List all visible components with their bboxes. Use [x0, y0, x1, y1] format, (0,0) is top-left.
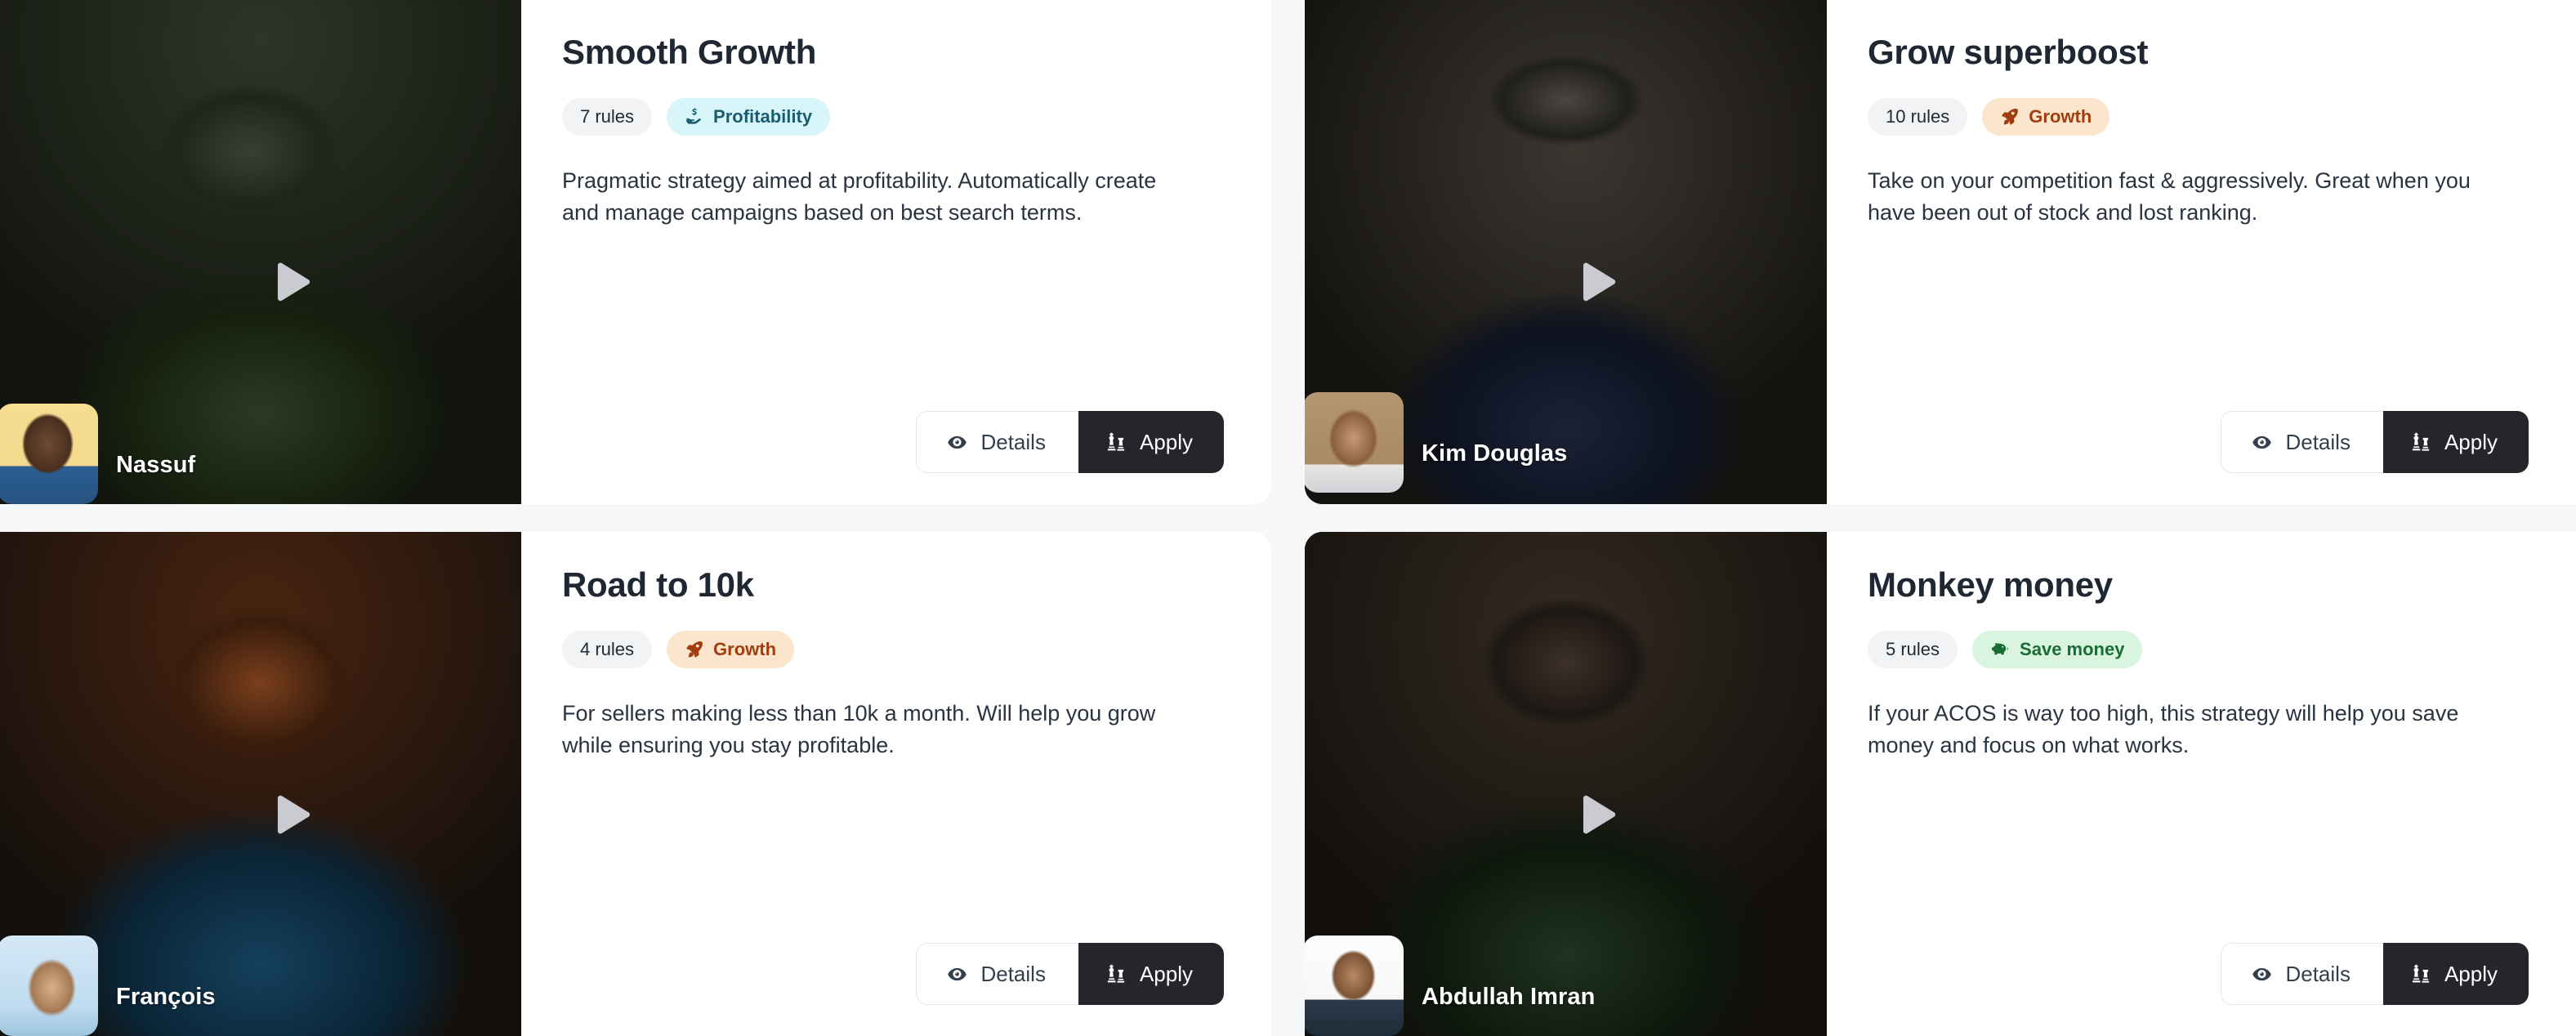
button-group: Details Apply	[916, 943, 1224, 1005]
details-button[interactable]: Details	[2221, 411, 2383, 473]
category-badge-label: Growth	[713, 639, 777, 660]
presenter-name: Kim Douglas	[1422, 440, 1568, 467]
presenter-name: Abdullah Imran	[1422, 984, 1596, 1010]
apply-button[interactable]: Apply	[2382, 943, 2529, 1005]
card-body: Monkey money 5 rules Save money If your …	[1827, 532, 2576, 1036]
chess-strategy-icon	[2409, 431, 2432, 453]
details-button-label: Details	[980, 961, 1046, 986]
hand-holding-dollar-icon	[685, 107, 704, 127]
badge-row: 5 rules Save money	[1868, 631, 2529, 669]
badge-row: 7 rules Profitability	[562, 98, 1224, 136]
category-badge-label: Save money	[2020, 639, 2125, 660]
apply-button-label: Apply	[1139, 961, 1193, 986]
card-actions: Details Apply	[562, 943, 1224, 1005]
presenter-name: Nassuf	[116, 452, 196, 478]
eye-icon	[2251, 963, 2273, 985]
page-title: Road to 10k	[562, 565, 754, 604]
button-group: Details Apply	[2221, 411, 2529, 473]
details-button-label: Details	[980, 429, 1046, 454]
rules-badge: 7 rules	[562, 98, 653, 136]
page-title: Grow superboost	[1868, 33, 2149, 71]
card-body: Grow superboost 10 rules Growth Take on …	[1827, 0, 2576, 504]
details-button[interactable]: Details	[916, 411, 1078, 473]
strategy-card[interactable]: François Road to 10k 4 rules Growth For …	[0, 532, 1271, 1036]
card-actions: Details Apply	[1868, 411, 2529, 473]
presenter: Kim Douglas	[1305, 392, 1567, 493]
apply-button[interactable]: Apply	[1078, 943, 1224, 1005]
page-title: Monkey money	[1868, 565, 2113, 604]
apply-button-label: Apply	[2444, 961, 2498, 986]
piggy-bank-icon	[1990, 640, 2011, 660]
category-badge-label: Growth	[2029, 106, 2092, 127]
card-description: Pragmatic strategy aimed at profitabilit…	[562, 168, 1157, 225]
avatar	[0, 404, 98, 504]
apply-button-label: Apply	[1139, 429, 1193, 454]
category-badge-label: Profitability	[713, 106, 813, 127]
card-description: For sellers making less than 10k a month…	[562, 701, 1156, 757]
card-actions: Details Apply	[1868, 943, 2529, 1005]
button-group: Details Apply	[2221, 943, 2529, 1005]
rocket-icon	[685, 640, 704, 659]
apply-button-label: Apply	[2444, 429, 2498, 454]
card-body: Road to 10k 4 rules Growth For sellers m…	[521, 532, 1271, 1036]
chess-strategy-icon	[1105, 962, 1127, 985]
card-actions: Details Apply	[562, 411, 1224, 473]
apply-button[interactable]: Apply	[1078, 411, 1224, 473]
strategy-video-thumbnail[interactable]: Kim Douglas	[1305, 0, 1827, 504]
presenter: François	[0, 936, 216, 1036]
badge-row: 4 rules Growth	[562, 631, 1224, 669]
strategy-video-thumbnail[interactable]: François	[0, 532, 521, 1036]
strategy-card[interactable]: Abdullah Imran Monkey money 5 rules Save…	[1305, 532, 2576, 1036]
strategy-video-thumbnail[interactable]: Abdullah Imran	[1305, 532, 1827, 1036]
card-description: If your ACOS is way too high, this strat…	[1868, 701, 2459, 757]
category-badge-save-money: Save money	[1972, 631, 2143, 669]
strategy-card-grid: Nassuf Smooth Growth 7 rules Profitabili…	[0, 0, 2576, 1036]
button-group: Details Apply	[916, 411, 1224, 473]
apply-button[interactable]: Apply	[2382, 411, 2529, 473]
details-button[interactable]: Details	[2221, 943, 2383, 1005]
category-badge-growth: Growth	[1982, 98, 2110, 136]
strategy-video-thumbnail[interactable]: Nassuf	[0, 0, 521, 504]
strategy-card[interactable]: Kim Douglas Grow superboost 10 rules Gro…	[1305, 0, 2576, 504]
avatar	[0, 936, 98, 1036]
page-title: Smooth Growth	[562, 33, 817, 71]
avatar	[1305, 936, 1404, 1036]
category-badge-growth: Growth	[667, 631, 795, 669]
details-button-label: Details	[2285, 961, 2351, 986]
presenter: Abdullah Imran	[1305, 936, 1595, 1036]
rules-badge: 5 rules	[1868, 631, 1958, 669]
presenter: Nassuf	[0, 404, 195, 504]
chess-strategy-icon	[1105, 431, 1127, 453]
rocket-icon	[2000, 107, 2020, 127]
badge-row: 10 rules Growth	[1868, 98, 2529, 136]
eye-icon	[2251, 431, 2273, 453]
presenter-name: François	[116, 984, 216, 1010]
rules-badge: 10 rules	[1868, 98, 1968, 136]
chess-strategy-icon	[2409, 962, 2432, 985]
strategy-card[interactable]: Nassuf Smooth Growth 7 rules Profitabili…	[0, 0, 1271, 504]
details-button[interactable]: Details	[916, 943, 1078, 1005]
eye-icon	[946, 963, 968, 985]
rules-badge: 4 rules	[562, 631, 653, 669]
card-body: Smooth Growth 7 rules Profitability Prag…	[521, 0, 1271, 504]
details-button-label: Details	[2285, 429, 2351, 454]
card-description: Take on your competition fast & aggressi…	[1868, 168, 2471, 225]
category-badge-profitability: Profitability	[667, 98, 831, 136]
eye-icon	[946, 431, 968, 453]
avatar	[1305, 392, 1404, 493]
